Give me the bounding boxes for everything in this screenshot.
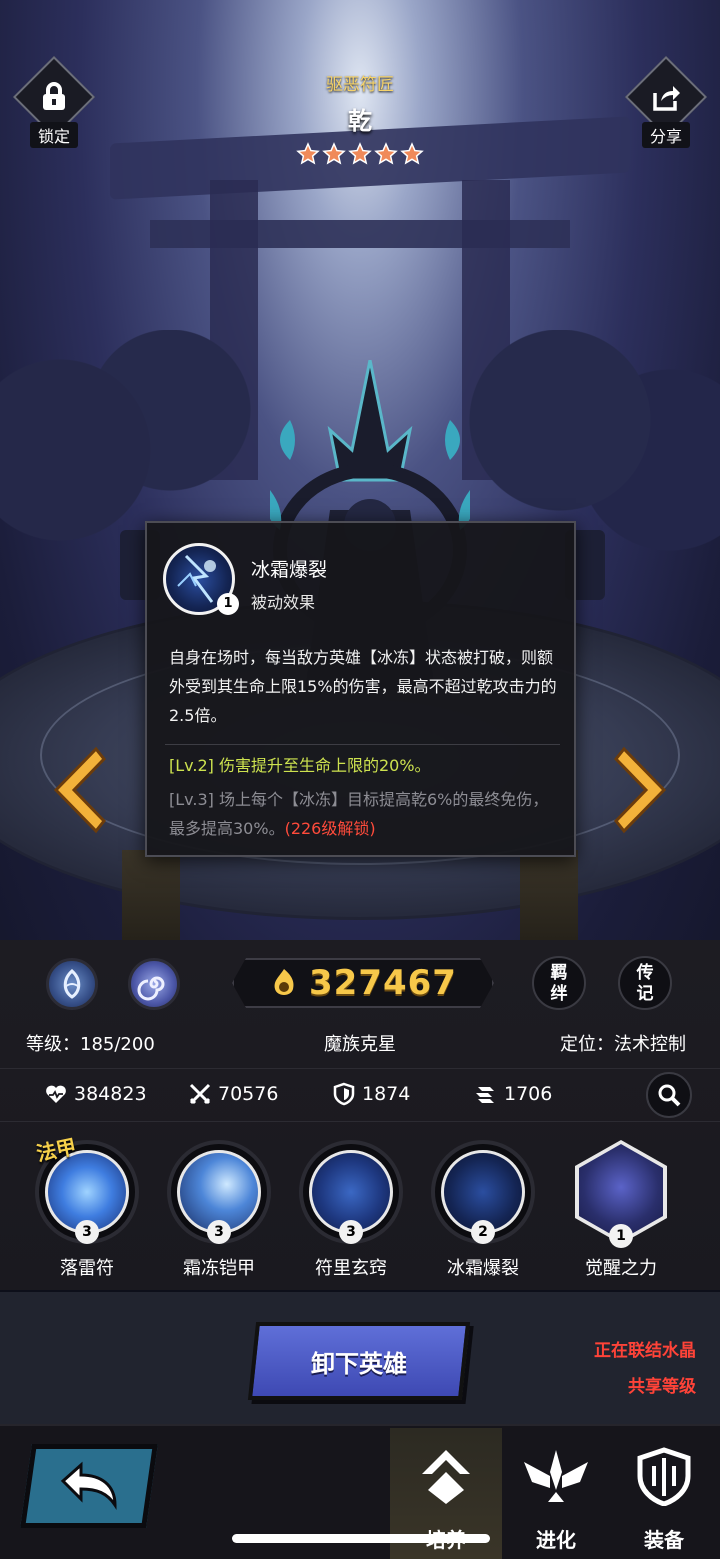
- stat-hp-value: 384823: [74, 1083, 147, 1105]
- stat-hp: 384823: [44, 1082, 147, 1106]
- tab-equipment-label: 装备: [644, 1528, 684, 1552]
- magnifier-icon: [658, 1084, 681, 1107]
- skill-level: 2: [471, 1220, 495, 1244]
- skill-level: 1: [609, 1224, 633, 1248]
- skill-name: 冰霜爆裂: [447, 1258, 519, 1279]
- stat-defense-value: 1874: [362, 1083, 411, 1105]
- skill-slot-4[interactable]: 2 冰霜爆裂: [428, 1140, 538, 1280]
- skill-type: 被动效果: [251, 593, 316, 612]
- power-icon: [274, 969, 294, 995]
- speed-icon: [476, 1087, 494, 1103]
- element-spiral-icon[interactable]: [128, 958, 180, 1010]
- star-icon: [374, 142, 398, 165]
- skill-lv3-unlock: (226级解锁): [284, 819, 376, 838]
- equipment-shield-icon: [637, 1447, 691, 1507]
- next-hero-arrow-icon[interactable]: [612, 745, 672, 835]
- biography-label: 传 记: [636, 963, 654, 1004]
- hero-name: 乾: [348, 107, 372, 135]
- skill-name: 霜冻铠甲: [183, 1258, 255, 1279]
- stat-speed: 1706: [474, 1082, 552, 1106]
- cultivate-icon: [422, 1450, 470, 1504]
- element-water-icon[interactable]: [46, 958, 98, 1010]
- home-indicator[interactable]: [232, 1534, 490, 1543]
- crossed-swords-icon: [189, 1083, 211, 1105]
- tooltip-divider: [165, 744, 560, 745]
- stat-detail-button[interactable]: [646, 1072, 692, 1118]
- bond-label: 羁 绊: [550, 963, 568, 1004]
- back-arrow-icon: [60, 1461, 117, 1510]
- hero-role: 定位：法术控制: [560, 1034, 686, 1055]
- skill-name: 冰霜爆裂: [251, 559, 328, 581]
- previous-hero-arrow-icon[interactable]: [48, 745, 108, 835]
- crystal-link-status: 正在联结水晶: [594, 1341, 696, 1361]
- back-button[interactable]: [20, 1444, 158, 1528]
- bond-button[interactable]: 羁 绊: [532, 956, 586, 1010]
- stat-speed-value: 1706: [504, 1083, 553, 1105]
- evolve-wings-icon: [524, 1450, 588, 1502]
- shared-level-status: 共享等级: [628, 1377, 696, 1397]
- skill-slot-5[interactable]: 1 觉醒之力: [566, 1140, 676, 1280]
- skill-name: 落雷符: [60, 1258, 114, 1279]
- skill-list: 3 落雷符 3 霜冻铠甲 3 符里玄窍 2 冰霜爆裂 1 觉醒之力: [0, 1140, 720, 1290]
- combat-power: 327467: [232, 958, 494, 1008]
- stat-attack: 70576: [188, 1082, 278, 1106]
- skill-name: 符里玄窍: [315, 1258, 387, 1279]
- skill-description: 自身在场时，每当敌方英雄【冰冻】状态被打破，则额外受到其生命上限15%的伤害，最…: [169, 648, 557, 725]
- tab-evolve[interactable]: 进化: [500, 1428, 612, 1559]
- biography-button[interactable]: 传 记: [618, 956, 672, 1010]
- skill-name: 觉醒之力: [585, 1258, 657, 1279]
- hero-header: 驱恶符匠 乾: [0, 70, 720, 166]
- skill-tooltip: 1 冰霜爆裂 被动效果 自身在场时，每当敌方英雄【冰冻】状态被打破，则额外受到其…: [145, 521, 576, 857]
- stat-attack-value: 70576: [218, 1083, 279, 1105]
- tab-evolve-label: 进化: [536, 1528, 576, 1552]
- star-icon: [296, 142, 320, 165]
- star-icon: [348, 142, 372, 165]
- power-value: 327467: [309, 963, 457, 1003]
- unload-hero-label: 卸下英雄: [311, 1349, 407, 1378]
- skill-level: 3: [75, 1220, 99, 1244]
- star-rating: [0, 142, 720, 166]
- hero-info-row: 等级：185/200 魔族克星 定位：法术控制: [0, 1030, 720, 1058]
- unload-hero-button[interactable]: 卸下英雄: [247, 1322, 471, 1400]
- stat-defense: 1874: [332, 1082, 410, 1106]
- star-icon: [322, 142, 346, 165]
- tab-equipment[interactable]: 装备: [608, 1428, 720, 1559]
- star-icon: [400, 142, 424, 165]
- skill-level: 3: [339, 1220, 363, 1244]
- skill-lv3-effect: [Lv.3] 场上每个【冰冻】目标提高乾6%的最终免伤，最多提高30%。(226…: [169, 785, 561, 843]
- skill-level-badge: 1: [217, 593, 239, 615]
- hero-class: 驱恶符匠: [326, 75, 394, 95]
- shield-icon: [333, 1082, 355, 1106]
- skill-slot-2[interactable]: 3 霜冻铠甲: [164, 1140, 274, 1280]
- skill-level: 3: [207, 1220, 231, 1244]
- skill-lv2-effect: [Lv.2] 伤害提升至生命上限的20%。: [169, 756, 431, 775]
- stat-row: 384823 70576 1874 1706: [0, 1068, 720, 1122]
- heart-icon: [46, 1085, 66, 1103]
- skill-slot-3[interactable]: 3 符里玄窍: [296, 1140, 406, 1280]
